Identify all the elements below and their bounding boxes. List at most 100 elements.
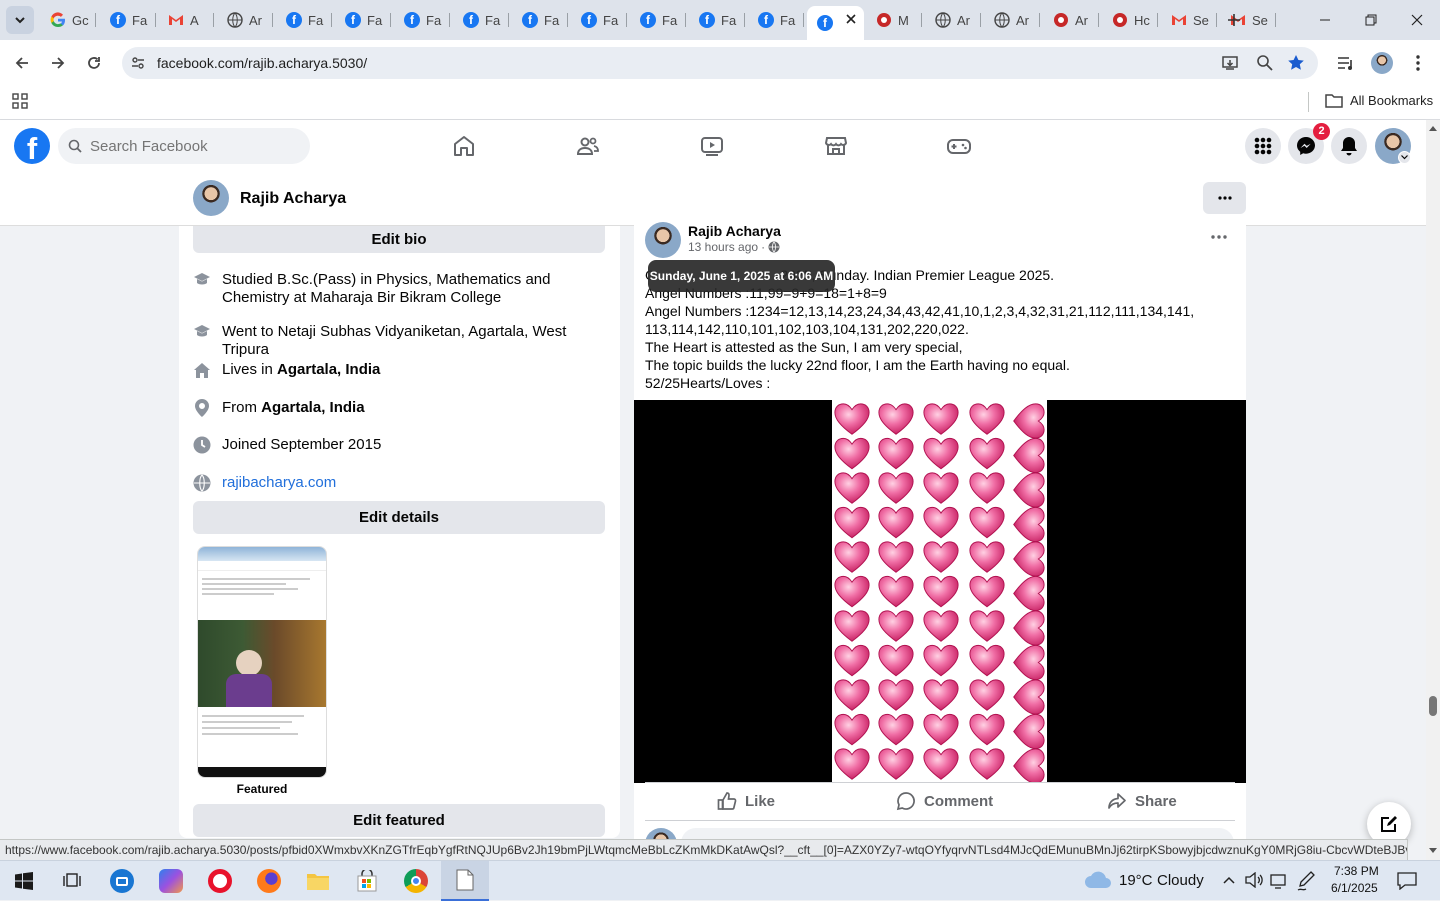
apps-grid-icon[interactable]: [12, 93, 28, 109]
post-line: The topic builds the lucky 22nd floor, I…: [645, 357, 1070, 373]
post-author-avatar[interactable]: [645, 222, 681, 258]
start-button[interactable]: [0, 861, 48, 901]
page-scrollbar[interactable]: [1426, 120, 1440, 860]
back-button[interactable]: [9, 50, 35, 76]
edit-bio-button[interactable]: Edit bio: [193, 226, 605, 253]
thumbnail-mini-header: [198, 561, 326, 571]
close-window-button[interactable]: [1394, 0, 1440, 40]
browser-tab[interactable]: A: [158, 6, 214, 34]
comment-button[interactable]: Comment: [896, 786, 993, 816]
menu-button[interactable]: [1245, 128, 1281, 164]
bookmark-star-icon[interactable]: [1287, 54, 1305, 72]
nav-friends[interactable]: [533, 120, 643, 172]
address-bar[interactable]: facebook.com/rajib.acharya.5030/: [122, 47, 1318, 79]
tab-separator: [1216, 13, 1217, 27]
browser-tab[interactable]: Hc: [1102, 6, 1158, 34]
website-link[interactable]: rajibacharya.com: [222, 474, 592, 492]
browser-tab[interactable]: Ar: [217, 6, 273, 34]
browser-tab[interactable]: f Fa: [571, 6, 627, 34]
nav-marketplace[interactable]: [781, 120, 891, 172]
media-controls-icon[interactable]: [1337, 54, 1355, 72]
browser-tab[interactable]: f Fa: [689, 6, 745, 34]
browser-tab[interactable]: Ar: [1043, 6, 1099, 34]
browser-tab[interactable]: f Fa: [630, 6, 686, 34]
weather-desc[interactable]: Cloudy: [1157, 872, 1204, 889]
chrome-profile-avatar[interactable]: [1371, 52, 1393, 74]
tab-title: Ar: [957, 12, 970, 28]
facebook-search[interactable]: [58, 128, 310, 164]
browser-tab[interactable]: f Fa: [100, 6, 156, 34]
tab-separator: [980, 13, 981, 27]
tab-search-button[interactable]: [6, 6, 34, 34]
nav-video[interactable]: [657, 120, 767, 172]
edit-featured-button[interactable]: Edit featured: [193, 804, 605, 837]
new-tab-button[interactable]: [1222, 8, 1246, 32]
clock-time[interactable]: 7:38 PM: [1334, 864, 1379, 878]
zoom-icon[interactable]: [1256, 54, 1274, 72]
taskbar-app[interactable]: [196, 861, 244, 901]
taskbar-app-active[interactable]: [441, 861, 489, 901]
taskbar-app[interactable]: [245, 861, 293, 901]
comment-label: Comment: [924, 792, 994, 810]
post-timestamp[interactable]: 13 hours ago: [688, 240, 758, 254]
browser-tab[interactable]: M: [866, 6, 922, 34]
browser-tab[interactable]: Ar: [984, 6, 1040, 34]
reload-button[interactable]: [81, 50, 107, 76]
featured-thumbnail[interactable]: [197, 546, 327, 778]
browser-tab[interactable]: Se: [1161, 6, 1217, 34]
browser-tab[interactable]: Ar: [925, 6, 981, 34]
clock-date[interactable]: 6/1/2025: [1331, 881, 1378, 895]
task-view-button[interactable]: [48, 861, 96, 901]
intro-lives-in-place[interactable]: Agartala, India: [277, 361, 380, 378]
facebook-logo[interactable]: f: [14, 128, 50, 164]
weather-temp[interactable]: 19°C: [1119, 872, 1153, 889]
url-text[interactable]: facebook.com/rajib.acharya.5030/: [157, 55, 367, 71]
taskbar-app[interactable]: [392, 861, 440, 901]
network-icon[interactable]: [1270, 873, 1288, 889]
taskbar-app[interactable]: [98, 861, 146, 901]
browser-tab[interactable]: f Fa: [453, 6, 509, 34]
taskbar-app[interactable]: [147, 861, 195, 901]
browser-tab[interactable]: f Fa: [394, 6, 450, 34]
like-button[interactable]: Like: [717, 786, 775, 816]
taskbar-app[interactable]: [294, 861, 342, 901]
taskbar-app[interactable]: [343, 861, 391, 901]
install-app-icon[interactable]: [1222, 54, 1240, 72]
close-tab-icon[interactable]: [846, 14, 856, 24]
post-options-button[interactable]: [1203, 226, 1235, 248]
forward-button[interactable]: [45, 50, 71, 76]
scroll-up-icon[interactable]: [1429, 125, 1437, 131]
notification-center-icon[interactable]: [1397, 872, 1417, 890]
site-settings-icon[interactable]: [130, 55, 146, 71]
tab-active[interactable]: f: [807, 6, 864, 40]
all-bookmarks-button[interactable]: All Bookmarks: [1350, 93, 1433, 108]
restore-button[interactable]: [1348, 0, 1394, 40]
minimize-button[interactable]: [1302, 0, 1348, 40]
account-chevron[interactable]: [1398, 151, 1411, 164]
cloud-icon[interactable]: [1084, 871, 1112, 889]
notifications-button[interactable]: [1331, 128, 1367, 164]
browser-tab[interactable]: Gc: [40, 6, 96, 34]
nav-gaming[interactable]: [904, 120, 1014, 172]
edit-details-button[interactable]: Edit details: [193, 501, 605, 534]
chevron-up-icon[interactable]: [1223, 875, 1235, 885]
profile-name[interactable]: Rajib Acharya: [240, 190, 346, 208]
browser-tab[interactable]: f Fa: [276, 6, 332, 34]
share-button[interactable]: Share: [1107, 786, 1177, 816]
browser-tab[interactable]: f Fa: [512, 6, 568, 34]
volume-icon[interactable]: [1245, 872, 1263, 888]
scroll-down-icon[interactable]: [1429, 848, 1437, 854]
pen-icon[interactable]: [1297, 871, 1315, 891]
profile-avatar[interactable]: [193, 180, 229, 216]
chrome-menu-icon[interactable]: [1410, 54, 1426, 72]
scrollbar-thumb[interactable]: [1429, 696, 1437, 716]
search-input[interactable]: [90, 128, 300, 164]
nav-home[interactable]: [409, 120, 519, 172]
browser-tab[interactable]: f Fa: [335, 6, 391, 34]
browser-tab[interactable]: f Fa: [748, 6, 804, 34]
intro-from-place[interactable]: Agartala, India: [261, 399, 364, 416]
globe-icon[interactable]: [768, 241, 780, 253]
post-author-name[interactable]: Rajib Acharya: [688, 223, 781, 239]
post-image[interactable]: [634, 400, 1246, 783]
profile-more-button[interactable]: [1203, 182, 1246, 214]
